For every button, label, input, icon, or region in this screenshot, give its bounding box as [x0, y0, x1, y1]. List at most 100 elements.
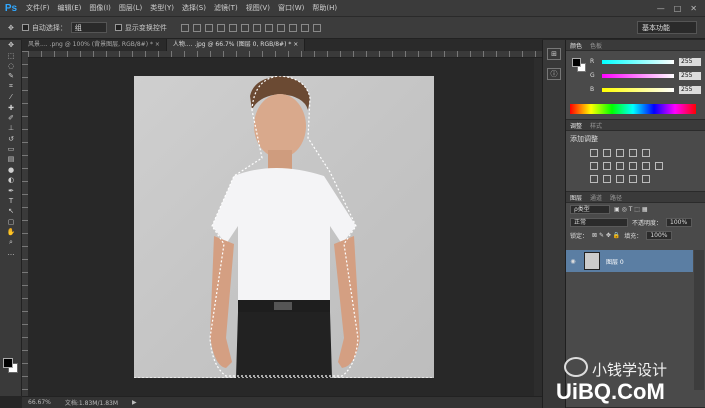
pen-tool-icon[interactable]: ✒: [0, 185, 22, 195]
dodge-tool-icon[interactable]: ◐: [0, 175, 22, 185]
tab-layers[interactable]: 图层: [570, 193, 582, 202]
layer-kind-filter[interactable]: ρ类型: [570, 205, 610, 214]
menu-edit[interactable]: 编辑(E): [58, 3, 82, 13]
distribute-top-icon[interactable]: [252, 23, 261, 32]
color-lookup-icon[interactable]: [655, 162, 663, 170]
foreground-color-swatch[interactable]: [3, 358, 13, 368]
distribute-bottom-icon[interactable]: [276, 23, 285, 32]
blur-tool-icon[interactable]: ●: [0, 165, 22, 175]
align-bottom-icon[interactable]: [204, 23, 213, 32]
canvas-vertical-scrollbar[interactable]: [534, 58, 542, 396]
rectangle-tool-icon[interactable]: ▢: [0, 217, 22, 227]
visibility-eye-icon[interactable]: ◉: [566, 258, 580, 265]
black-white-icon[interactable]: [616, 162, 624, 170]
auto-select-dropdown[interactable]: 组: [70, 22, 107, 33]
maximize-button[interactable]: □: [674, 4, 682, 13]
edit-toolbar-icon[interactable]: …: [0, 248, 22, 258]
align-middle-icon[interactable]: [192, 23, 201, 32]
history-panel-icon[interactable]: ⊞: [547, 48, 561, 60]
distribute-center-icon[interactable]: [300, 23, 309, 32]
gradient-map-icon[interactable]: [629, 175, 637, 183]
blend-mode-dropdown[interactable]: 正常: [570, 218, 628, 227]
color-spectrum-bar[interactable]: [570, 104, 696, 114]
path-select-icon[interactable]: ↖: [0, 206, 22, 216]
healing-brush-icon[interactable]: ✚: [0, 102, 22, 112]
minimize-button[interactable]: —: [657, 4, 665, 13]
distribute-right-icon[interactable]: [312, 23, 321, 32]
transform-controls-checkbox[interactable]: [114, 24, 122, 31]
curves-icon[interactable]: [616, 149, 624, 157]
quick-select-tool-icon[interactable]: ✎: [0, 71, 22, 81]
tab-styles[interactable]: 样式: [590, 121, 602, 130]
info-panel-icon[interactable]: ⓘ: [547, 68, 561, 80]
history-brush-icon[interactable]: ↺: [0, 134, 22, 144]
photo-filter-icon[interactable]: [629, 162, 637, 170]
lock-icons[interactable]: ⊠ ✎ ✥ 🔒: [592, 232, 620, 239]
levels-icon[interactable]: [603, 149, 611, 157]
menu-type[interactable]: 类型(Y): [150, 3, 174, 13]
align-center-icon[interactable]: [228, 23, 237, 32]
green-slider[interactable]: [602, 73, 674, 78]
threshold-icon[interactable]: [616, 175, 624, 183]
color-swatches[interactable]: [3, 358, 19, 374]
type-tool-icon[interactable]: T: [0, 196, 22, 206]
align-right-icon[interactable]: [240, 23, 249, 32]
menu-help[interactable]: 帮助(H): [312, 3, 337, 13]
exposure-icon[interactable]: [629, 149, 637, 157]
align-top-icon[interactable]: [180, 23, 189, 32]
layer-row[interactable]: ◉ 图层 0: [566, 250, 693, 272]
tab-person[interactable]: 人物.... .jpg @ 66.7% (图层 0, RGB/8#) * ×: [166, 39, 306, 51]
tab-swatches[interactable]: 色板: [590, 41, 602, 50]
menu-select[interactable]: 选择(S): [182, 3, 206, 13]
menu-layer[interactable]: 图层(L): [119, 3, 142, 13]
distribute-middle-icon[interactable]: [264, 23, 273, 32]
fill-field[interactable]: 100%: [646, 231, 673, 240]
red-slider[interactable]: [602, 59, 674, 64]
workspace-dropdown[interactable]: 基本功能: [637, 21, 697, 34]
move-tool-icon[interactable]: ✥: [8, 24, 14, 32]
menu-image[interactable]: 图像(I): [89, 3, 111, 13]
clone-stamp-icon[interactable]: ⊥: [0, 123, 22, 133]
close-button[interactable]: ✕: [690, 4, 697, 13]
tab-scenery[interactable]: 风景.... .png @ 100% (背景图层, RGB/8#) * ×: [22, 39, 167, 51]
tab-paths[interactable]: 路径: [610, 193, 622, 202]
filter-icons[interactable]: ▣ ◎ T ⬚ ▦: [614, 206, 648, 213]
gradient-tool-icon[interactable]: ▤: [0, 154, 22, 164]
invert-icon[interactable]: [590, 175, 598, 183]
opacity-field[interactable]: 100%: [666, 218, 693, 227]
menu-view[interactable]: 视图(V): [246, 3, 270, 13]
brush-tool-icon[interactable]: ✐: [0, 113, 22, 123]
zoom-level[interactable]: 66.67%: [28, 399, 51, 406]
align-left-icon[interactable]: [216, 23, 225, 32]
layer-name[interactable]: 图层 0: [606, 257, 624, 266]
zoom-tool-icon[interactable]: ⌕: [0, 237, 22, 247]
vibrance-icon[interactable]: [642, 149, 650, 157]
distribute-left-icon[interactable]: [288, 23, 297, 32]
blue-slider[interactable]: [602, 87, 674, 92]
color-preview-swatch[interactable]: [572, 58, 586, 72]
menu-window[interactable]: 窗口(W): [278, 3, 304, 13]
lasso-tool-icon[interactable]: ◌: [0, 61, 22, 71]
channel-mixer-icon[interactable]: [642, 162, 650, 170]
hand-tool-icon[interactable]: ✋: [0, 227, 22, 237]
crop-tool-icon[interactable]: ⌗: [0, 82, 22, 92]
blue-value[interactable]: 255: [679, 85, 701, 94]
tab-adjustments[interactable]: 调整: [570, 121, 582, 130]
green-value[interactable]: 255: [679, 71, 701, 80]
tab-color[interactable]: 颜色: [570, 41, 582, 50]
brightness-icon[interactable]: [590, 149, 598, 157]
hue-saturation-icon[interactable]: [590, 162, 598, 170]
tab-channels[interactable]: 通道: [590, 193, 602, 202]
eyedropper-tool-icon[interactable]: ⁄: [0, 92, 22, 102]
document-canvas[interactable]: [134, 76, 434, 378]
selective-color-icon[interactable]: [642, 175, 650, 183]
color-balance-icon[interactable]: [603, 162, 611, 170]
menu-filter[interactable]: 滤镜(T): [214, 3, 238, 13]
posterize-icon[interactable]: [603, 175, 611, 183]
marquee-tool-icon[interactable]: ⬚: [0, 50, 22, 60]
eraser-tool-icon[interactable]: ▭: [0, 144, 22, 154]
red-value[interactable]: 255: [679, 57, 701, 66]
status-arrow-icon[interactable]: ▶: [132, 399, 137, 406]
move-tool-icon[interactable]: ✥: [0, 40, 22, 50]
canvas-area[interactable]: [28, 58, 542, 396]
